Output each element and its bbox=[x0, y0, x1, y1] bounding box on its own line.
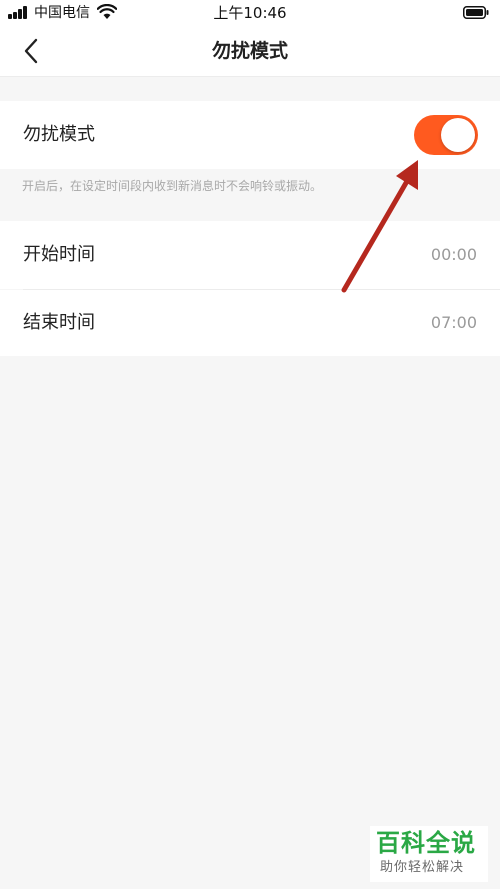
watermark-subtitle: 助你轻松解决 bbox=[380, 860, 465, 875]
end-time-row[interactable]: 结束时间 07:00 bbox=[0, 290, 500, 356]
watermark-logo: 百科全说 助你轻松解决 bbox=[370, 826, 488, 882]
dnd-hint-text: 开启后，在设定时间段内收到新消息时不会响铃或振动。 bbox=[22, 179, 323, 193]
end-time-label: 结束时间 bbox=[23, 312, 95, 333]
start-time-row[interactable]: 开始时间 00:00 bbox=[0, 221, 500, 289]
battery-icon bbox=[463, 6, 489, 19]
start-time-value: 00:00 bbox=[430, 245, 477, 264]
dnd-setting-row: 勿扰模式 bbox=[0, 101, 500, 169]
screen: 中国电信 上午10:46 勿扰模式 勿扰模式 开启后，在设定时间段内收到新消息时… bbox=[0, 0, 500, 889]
toggle-knob bbox=[441, 118, 475, 152]
start-time-label: 开始时间 bbox=[23, 244, 95, 265]
status-bar: 中国电信 上午10:46 bbox=[0, 0, 500, 26]
page-title: 勿扰模式 bbox=[211, 40, 288, 62]
dnd-toggle[interactable] bbox=[414, 115, 478, 155]
dnd-label: 勿扰模式 bbox=[23, 124, 95, 145]
status-time: 上午10:46 bbox=[213, 4, 287, 22]
nav-bar: 勿扰模式 bbox=[0, 26, 500, 77]
end-time-value: 07:00 bbox=[430, 313, 477, 332]
watermark-title: 百科全说 bbox=[376, 829, 476, 857]
